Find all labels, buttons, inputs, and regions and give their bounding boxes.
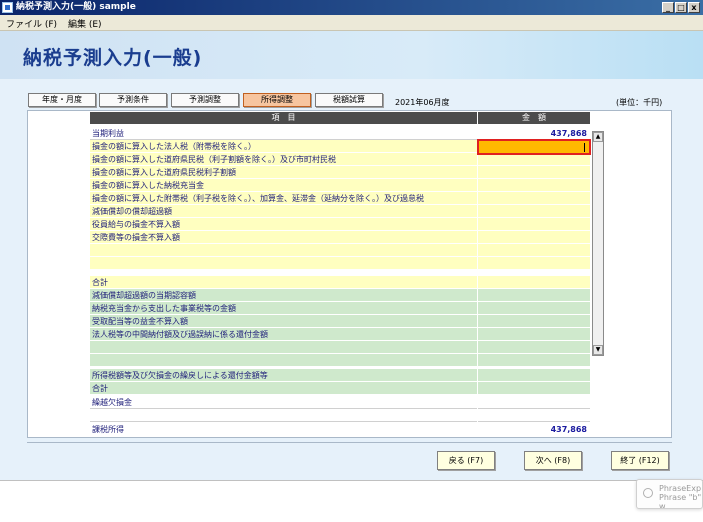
tab-year-month[interactable]: 年度・月度	[28, 93, 96, 107]
status-area	[0, 480, 703, 522]
table-scrollbar[interactable]: ▲ ▼	[592, 131, 604, 356]
next-button[interactable]: 次へ (F8)	[524, 451, 582, 470]
period-label: 2021年06月度	[395, 98, 450, 107]
ime-panel[interactable]: PhraseExp Phrase "b" w	[636, 479, 703, 509]
row-amount[interactable]	[478, 205, 590, 218]
row-label: 課税所得	[90, 423, 477, 436]
row-label: 損金の額に算入した附帯税（利子税を除く。）、加算金、延滞金（延納分を除く。）及び…	[90, 192, 477, 205]
column-header-item: 項 目	[90, 112, 477, 124]
row-label: 繰越欠損金	[90, 396, 477, 409]
row-amount[interactable]	[478, 409, 590, 422]
row-label: 合計	[90, 382, 477, 395]
maximize-button[interactable]: □	[675, 2, 687, 13]
row-label: 減価償却の償却超過額	[90, 205, 477, 218]
row-amount[interactable]	[478, 341, 590, 354]
row-label: 損金の額に算入した納税充当金	[90, 179, 477, 192]
row-amount[interactable]	[478, 328, 590, 341]
row-amount[interactable]: 437,868	[478, 423, 590, 436]
row-label	[90, 341, 477, 354]
row-amount[interactable]	[478, 244, 590, 257]
unit-label: (単位：千円)	[616, 98, 663, 107]
exit-button[interactable]: 終了 (F12)	[611, 451, 669, 470]
row-label: 役員給与の損金不算入額	[90, 218, 477, 231]
app-icon	[2, 2, 13, 13]
row-amount[interactable]	[478, 396, 590, 409]
row-label	[90, 409, 477, 422]
tab-income-adjustment[interactable]: 所得調整	[243, 93, 311, 107]
column-header-amount: 金 額	[478, 112, 590, 124]
row-amount[interactable]	[478, 302, 590, 315]
window-title: 納税予測入力(一般) sample	[16, 2, 136, 12]
tab-forecast-adjustment[interactable]: 予測調整	[171, 93, 239, 107]
menu-file[interactable]: ファイル (F)	[6, 17, 57, 30]
row-amount[interactable]	[478, 289, 590, 302]
scroll-down-icon[interactable]: ▼	[593, 345, 603, 355]
row-amount[interactable]	[478, 369, 590, 382]
row-label: 法人税等の中間納付額及び過誤納に係る還付金額	[90, 328, 477, 341]
row-amount[interactable]	[478, 179, 590, 192]
row-label: 当期利益	[90, 127, 477, 140]
row-label: 損金の額に算入した道府県民税利子割額	[90, 166, 477, 179]
row-amount[interactable]	[478, 276, 590, 289]
row-label	[90, 257, 477, 270]
row-label	[90, 354, 477, 367]
minimize-button[interactable]: _	[662, 2, 674, 13]
tab-tax-estimate[interactable]: 税額試算	[315, 93, 383, 107]
scroll-up-icon[interactable]: ▲	[593, 132, 603, 142]
row-amount[interactable]	[478, 192, 590, 205]
ime-line-1: PhraseExp	[659, 484, 702, 493]
row-amount[interactable]	[478, 257, 590, 270]
ime-line-2: Phrase "b" w	[659, 493, 702, 509]
row-amount[interactable]	[478, 382, 590, 395]
back-button[interactable]: 戻る (F7)	[437, 451, 495, 470]
row-amount[interactable]	[478, 315, 590, 328]
text-caret	[584, 143, 585, 152]
row-amount[interactable]	[478, 218, 590, 231]
row-label: 所得税額等及び欠損金の繰戻しによる還付金額等	[90, 369, 477, 382]
row-label: 損金の額に算入した道府県民税（利子割額を除く。）及び市町村民税	[90, 153, 477, 166]
row-label: 損金の額に算入した法人税（附帯税を除く。）	[90, 140, 477, 153]
row-label: 合計	[90, 276, 477, 289]
tab-forecast-conditions[interactable]: 予測条件	[99, 93, 167, 107]
page-header: 納税予測入力(一般)	[0, 31, 703, 79]
row-amount[interactable]	[478, 231, 590, 244]
row-label: 減価償却超過額の当期認容額	[90, 289, 477, 302]
row-label	[90, 244, 477, 257]
row-label: 交際費等の損金不算入額	[90, 231, 477, 244]
page-title: 納税予測入力(一般)	[23, 47, 203, 69]
row-label: 納税充当金から支出した事業税等の金額	[90, 302, 477, 315]
row-amount[interactable]	[478, 166, 590, 179]
menu-edit[interactable]: 編集 (E)	[68, 17, 102, 30]
ime-icon	[643, 488, 653, 498]
window-titlebar: 納税予測入力(一般) sample _ □ x	[0, 0, 703, 15]
close-button[interactable]: x	[688, 2, 700, 13]
amount-input-selected[interactable]	[477, 139, 591, 155]
row-amount[interactable]	[478, 354, 590, 367]
menu-bar: ファイル (F) 編集 (E)	[0, 15, 703, 31]
row-label: 受取配当等の益金不算入額	[90, 315, 477, 328]
